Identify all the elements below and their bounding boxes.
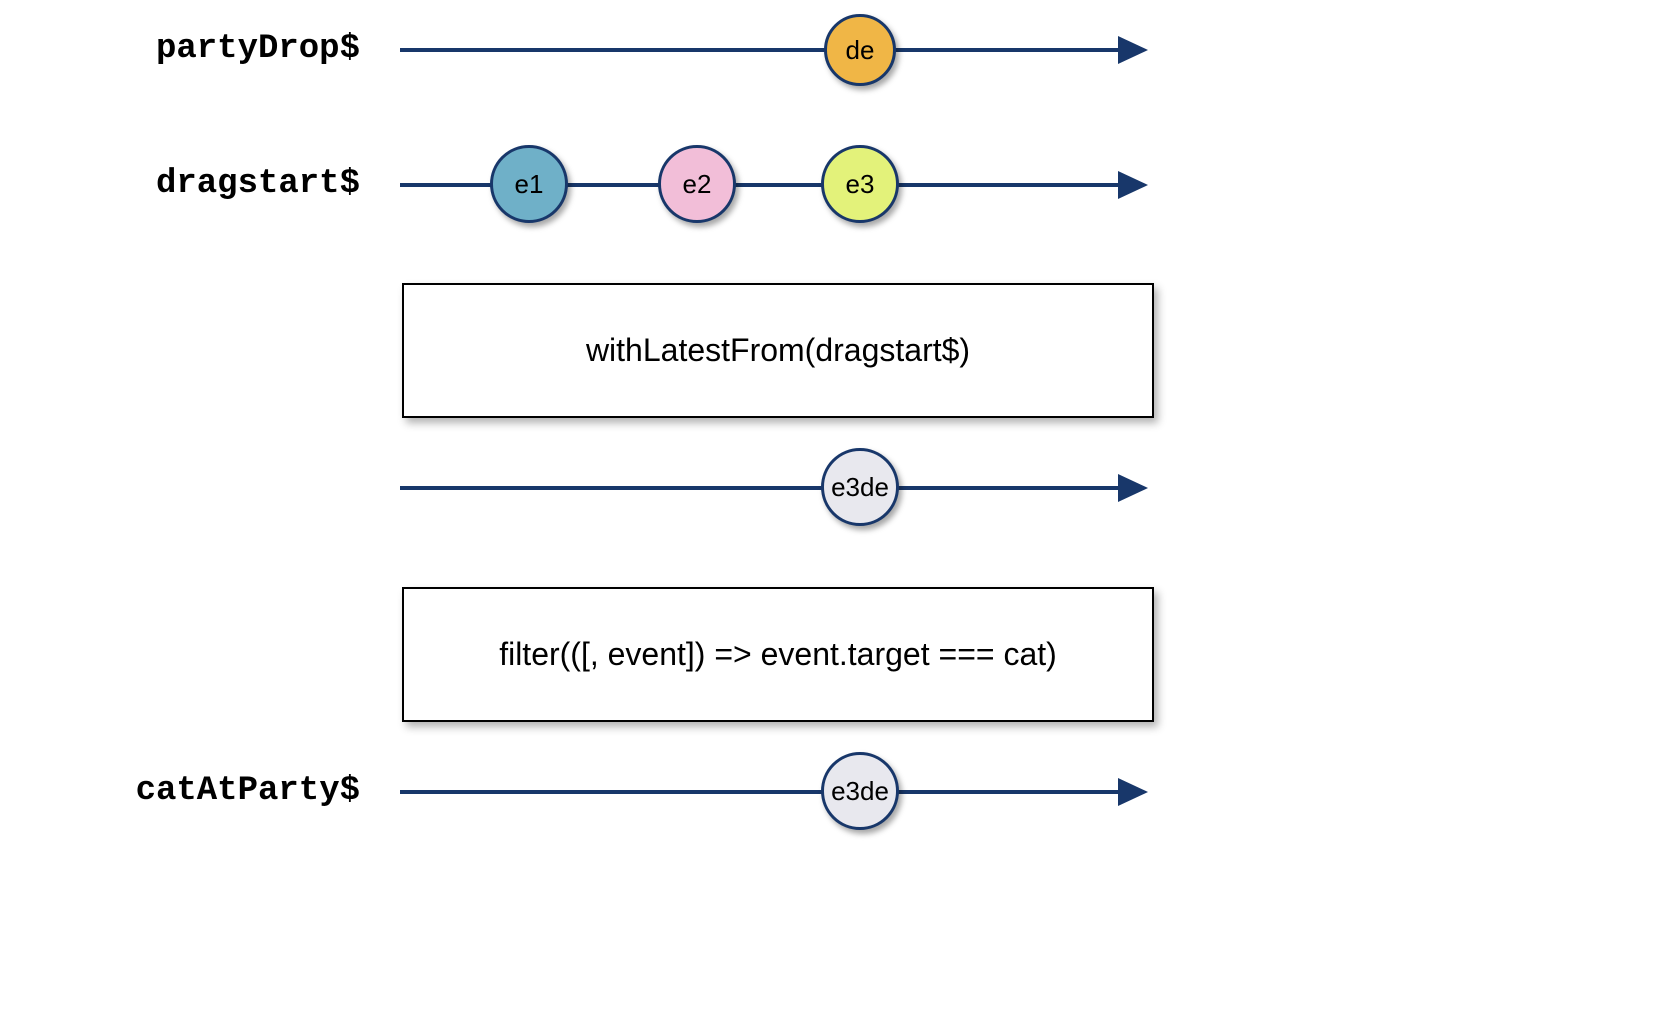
marble-e2: e2 — [658, 145, 736, 223]
timeline-partydrop — [400, 48, 1120, 52]
marble-e3: e3 — [821, 145, 899, 223]
arrow-intermediate — [1118, 474, 1148, 502]
stream-label-catatparty: catAtParty$ — [60, 772, 360, 810]
marble-e1: e1 — [490, 145, 568, 223]
arrow-dragstart — [1118, 171, 1148, 199]
arrow-partydrop — [1118, 36, 1148, 64]
timeline-catatparty — [400, 790, 1120, 794]
arrow-catatparty — [1118, 778, 1148, 806]
operator-filter: filter(([, event]) => event.target === c… — [402, 587, 1154, 722]
marble-de: de — [824, 14, 896, 86]
operator-withlatestfrom: withLatestFrom(dragstart$) — [402, 283, 1154, 418]
timeline-intermediate — [400, 486, 1120, 490]
marble-e3de-final: e3de — [821, 752, 899, 830]
marble-e3de-intermediate: e3de — [821, 448, 899, 526]
stream-label-dragstart: dragstart$ — [60, 165, 360, 203]
stream-label-partydrop: partyDrop$ — [60, 30, 360, 68]
